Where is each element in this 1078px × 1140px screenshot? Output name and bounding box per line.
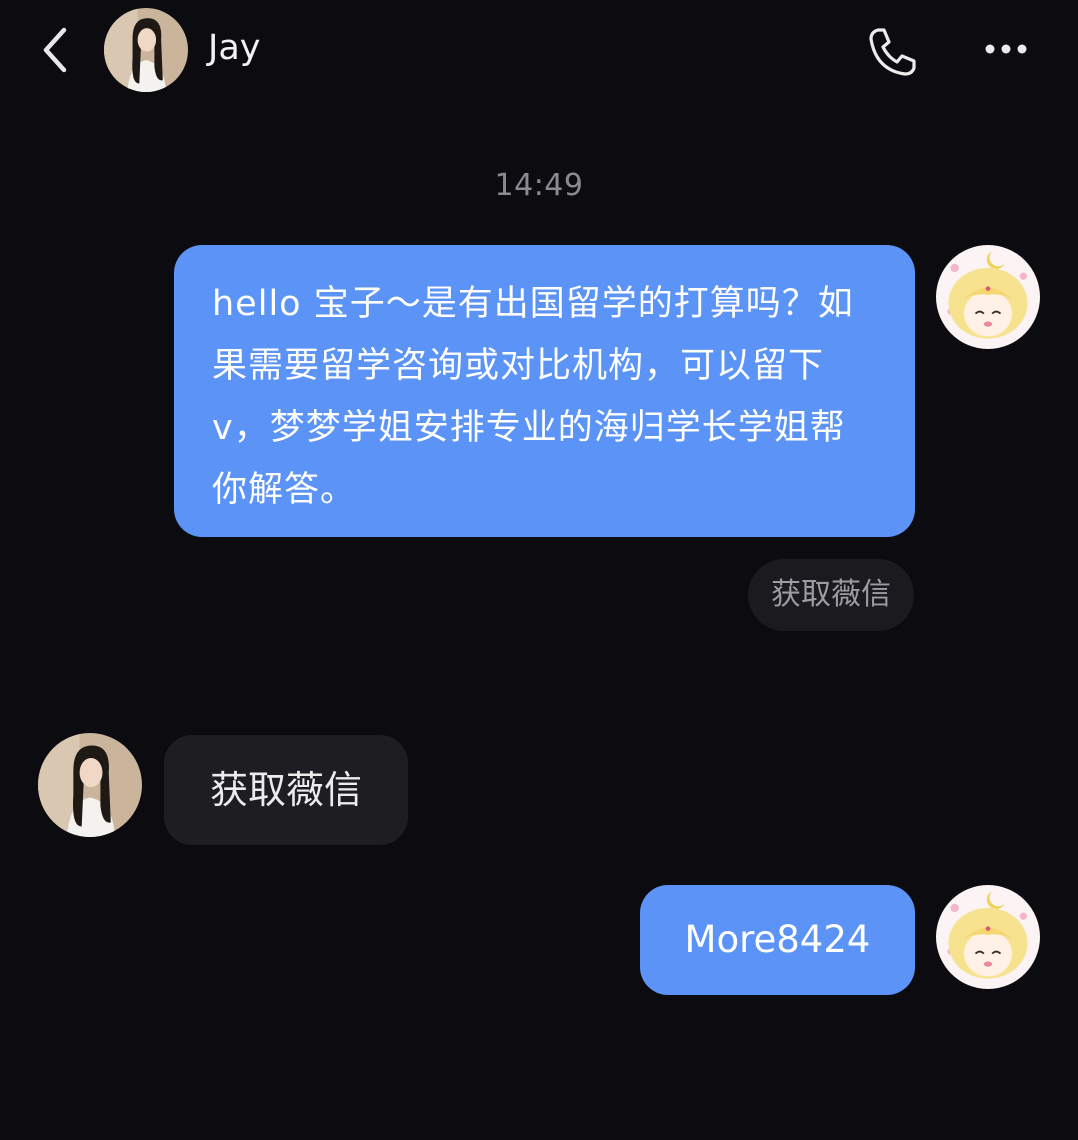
more-options-button[interactable] (982, 32, 1030, 66)
my-avatar[interactable] (936, 245, 1040, 349)
quick-reply-chip[interactable]: 获取薇信 (748, 559, 914, 631)
outgoing-message-bubble[interactable]: hello 宝子～是有出国留学的打算吗？如果需要留学咨询或对比机构，可以留下v，… (174, 245, 915, 537)
my-avatar-image (936, 245, 1040, 349)
back-button[interactable] (34, 22, 80, 78)
more-horizontal-icon (985, 44, 1027, 54)
chat-header: Jay (0, 0, 1078, 110)
outgoing-message-bubble[interactable]: More8424 (640, 885, 915, 995)
incoming-message-bubble[interactable]: 获取薇信 (164, 735, 408, 845)
message-timestamp: 14:49 (494, 168, 584, 203)
chevron-left-icon (43, 27, 67, 73)
contact-name[interactable]: Jay (208, 28, 260, 68)
call-button[interactable] (862, 24, 920, 78)
contact-avatar[interactable] (104, 8, 188, 92)
contact-avatar-image (104, 8, 188, 92)
contact-avatar-message[interactable] (38, 733, 142, 837)
phone-icon (869, 28, 916, 76)
contact-avatar-image (38, 733, 142, 837)
my-avatar-image (936, 885, 1040, 989)
my-avatar[interactable] (936, 885, 1040, 989)
